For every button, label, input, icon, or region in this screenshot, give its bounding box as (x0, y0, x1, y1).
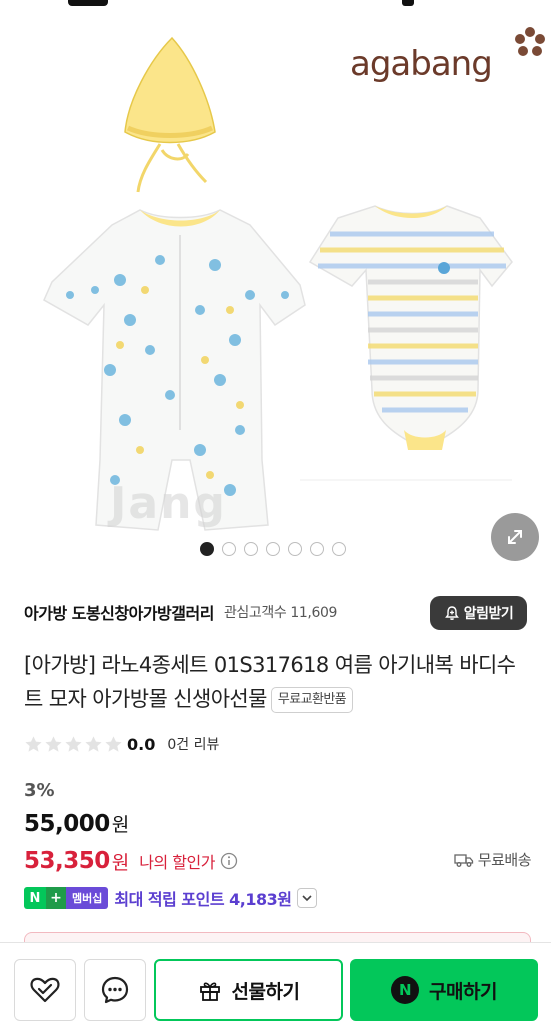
status-indicator (68, 0, 108, 6)
product-title: [아가방] 라노4종세트 01S317618 여름 아기내복 바디수트 모자 아… (24, 648, 529, 716)
star-icon (105, 735, 122, 752)
gallery-dot[interactable] (244, 542, 258, 556)
gallery-dot[interactable] (288, 542, 302, 556)
my-discount-label: 나의 할인가 (139, 853, 215, 872)
gift-label: 선물하기 (231, 980, 300, 1003)
points-expand-button[interactable] (297, 888, 318, 908)
product-image-gallery[interactable]: agabang Jang (0, 0, 551, 568)
wishlist-button[interactable] (14, 959, 76, 1021)
gallery-dot[interactable] (222, 542, 236, 556)
truck-icon (454, 853, 473, 867)
gift-icon (199, 982, 220, 1001)
chat-bubble-icon (101, 976, 129, 1004)
points-row[interactable]: N + 멤버십 최대 적립 포인트 4,183원 (24, 885, 318, 911)
seller-row: 아가방 도봉신창아가방갤러리 관심고객수 11,609 알림받기 (24, 592, 527, 632)
star-icon (65, 735, 82, 752)
buy-button[interactable]: N 구매하기 (350, 959, 538, 1021)
info-icon[interactable] (220, 852, 238, 870)
status-bar (0, 0, 551, 8)
bell-plus-icon (444, 606, 459, 620)
membership-label: 멤버십 (66, 887, 109, 909)
max-points-text: 최대 적립 포인트 4,183원 (114, 890, 292, 909)
plus-icon: + (46, 887, 66, 909)
product-page: agabang Jang 아가방 도봉신창아가방갤러리 관심고객수 11,609… (0, 0, 551, 1024)
gallery-dot[interactable] (332, 542, 346, 556)
gift-button[interactable]: 선물하기 (154, 959, 343, 1021)
naver-plus-membership-badge: N + 멤버십 (24, 887, 109, 909)
review-count-link[interactable]: 0건 리뷰 (167, 734, 219, 754)
star-icon (25, 735, 42, 752)
original-price-value: 55,000 (24, 811, 110, 837)
store-name[interactable]: 아가방 도봉신창아가방갤러리 (24, 600, 214, 624)
rating-score: 0.0 (127, 734, 156, 754)
sale-price: 53,350 (24, 848, 110, 874)
gallery-pagination[interactable] (200, 542, 346, 556)
naver-pay-icon: N (391, 976, 420, 1004)
gallery-dot[interactable] (310, 542, 324, 556)
free-exchange-badge: 무료교환반품 (270, 687, 354, 713)
expand-icon (508, 530, 522, 544)
alarm-button[interactable]: 알림받기 (430, 596, 527, 630)
gallery-dot[interactable] (266, 542, 280, 556)
star-rating (24, 735, 123, 754)
image-watermark: Jang (110, 478, 227, 529)
bottom-action-bar: 선물하기 N 구매하기 (0, 942, 551, 1024)
heart-check-icon (30, 977, 60, 1003)
bonnet-image (124, 36, 216, 193)
rating-row[interactable]: 0.0 0건 리뷰 (24, 734, 219, 754)
original-price-unit: 원 (111, 814, 129, 836)
sale-price-row: 53,350 원 나의 할인가 무료배송 (24, 844, 532, 878)
expand-image-button[interactable] (491, 513, 539, 561)
star-icon (45, 735, 62, 752)
star-icon (85, 735, 102, 752)
discount-rate: 3% (24, 780, 55, 801)
product-title-text: [아가방] 라노4종세트 01S317618 여름 아기내복 바디수트 모자 아… (24, 653, 516, 711)
sale-price-unit: 원 (111, 851, 130, 874)
talk-button[interactable] (84, 959, 146, 1021)
shipping-label: 무료배송 (477, 851, 532, 869)
gallery-dot[interactable] (200, 542, 214, 556)
alarm-label: 알림받기 (463, 606, 514, 622)
original-price: 55,000 원 (24, 810, 129, 837)
interest-count: 관심고객수 11,609 (223, 605, 337, 621)
product-photo (43, 36, 513, 531)
bodysuit-image (308, 205, 513, 450)
status-indicator (402, 0, 414, 6)
chevron-down-icon (302, 895, 313, 902)
buy-label: 구매하기 (429, 980, 497, 1003)
naver-n-logo: N (24, 887, 46, 909)
shipping-info: 무료배송 (454, 849, 532, 870)
